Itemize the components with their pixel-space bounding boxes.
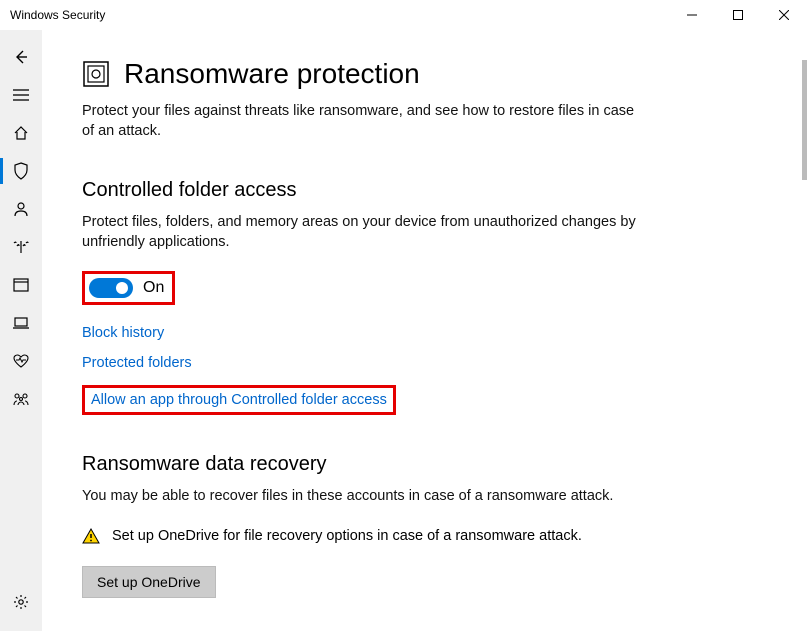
- sidebar-item-virus[interactable]: [0, 152, 42, 190]
- window-icon: [13, 278, 29, 292]
- toggle-knob: [116, 282, 128, 294]
- controlled-folder-description: Protect files, folders, and memory areas…: [82, 212, 642, 253]
- window-title: Windows Security: [10, 8, 105, 22]
- controlled-folder-toggle[interactable]: [89, 278, 133, 298]
- controlled-folder-heading: Controlled folder access: [82, 179, 767, 202]
- menu-button[interactable]: [0, 76, 42, 114]
- sidebar-item-account[interactable]: [0, 190, 42, 228]
- sidebar: [0, 30, 42, 631]
- gear-icon: [13, 594, 29, 610]
- controlled-folder-toggle-wrap: On: [82, 271, 175, 305]
- setup-onedrive-button[interactable]: Set up OneDrive: [82, 566, 216, 598]
- recovery-heading: Ransomware data recovery: [82, 453, 767, 476]
- close-button[interactable]: [761, 0, 807, 30]
- sidebar-item-device-performance[interactable]: [0, 342, 42, 380]
- sidebar-item-home[interactable]: [0, 114, 42, 152]
- back-button[interactable]: [0, 38, 42, 76]
- person-icon: [13, 201, 29, 217]
- heart-pulse-icon: [12, 354, 30, 368]
- recovery-section: Ransomware data recovery You may be able…: [82, 453, 767, 599]
- minimize-button[interactable]: [669, 0, 715, 30]
- recovery-warning-text: Set up OneDrive for file recovery option…: [112, 526, 582, 546]
- content-area: Ransomware protection Protect your files…: [42, 30, 807, 631]
- sidebar-item-settings[interactable]: [0, 583, 42, 621]
- controlled-folder-section: Controlled folder access Protect files, …: [82, 179, 767, 415]
- arrow-left-icon: [13, 49, 29, 65]
- sidebar-item-device-security[interactable]: [0, 304, 42, 342]
- page-description: Protect your files against threats like …: [82, 102, 642, 141]
- block-history-link[interactable]: Block history: [82, 325, 164, 341]
- hamburger-icon: [13, 89, 29, 101]
- sidebar-item-app-browser[interactable]: [0, 266, 42, 304]
- page-title: Ransomware protection: [124, 58, 420, 90]
- family-icon: [12, 392, 30, 406]
- shield-icon: [13, 162, 29, 180]
- network-icon: [12, 240, 30, 254]
- titlebar: Windows Security: [0, 0, 807, 30]
- allow-app-link[interactable]: Allow an app through Controlled folder a…: [82, 385, 396, 415]
- maximize-button[interactable]: [715, 0, 761, 30]
- recovery-description: You may be able to recover files in thes…: [82, 486, 642, 506]
- scrollbar-thumb[interactable]: [802, 60, 807, 180]
- toggle-state-label: On: [143, 279, 164, 297]
- sidebar-item-family[interactable]: [0, 380, 42, 418]
- ransomware-icon: [82, 60, 110, 88]
- home-icon: [13, 125, 29, 141]
- laptop-icon: [12, 317, 30, 329]
- protected-folders-link[interactable]: Protected folders: [82, 355, 192, 371]
- warning-icon: [82, 528, 100, 544]
- sidebar-item-firewall[interactable]: [0, 228, 42, 266]
